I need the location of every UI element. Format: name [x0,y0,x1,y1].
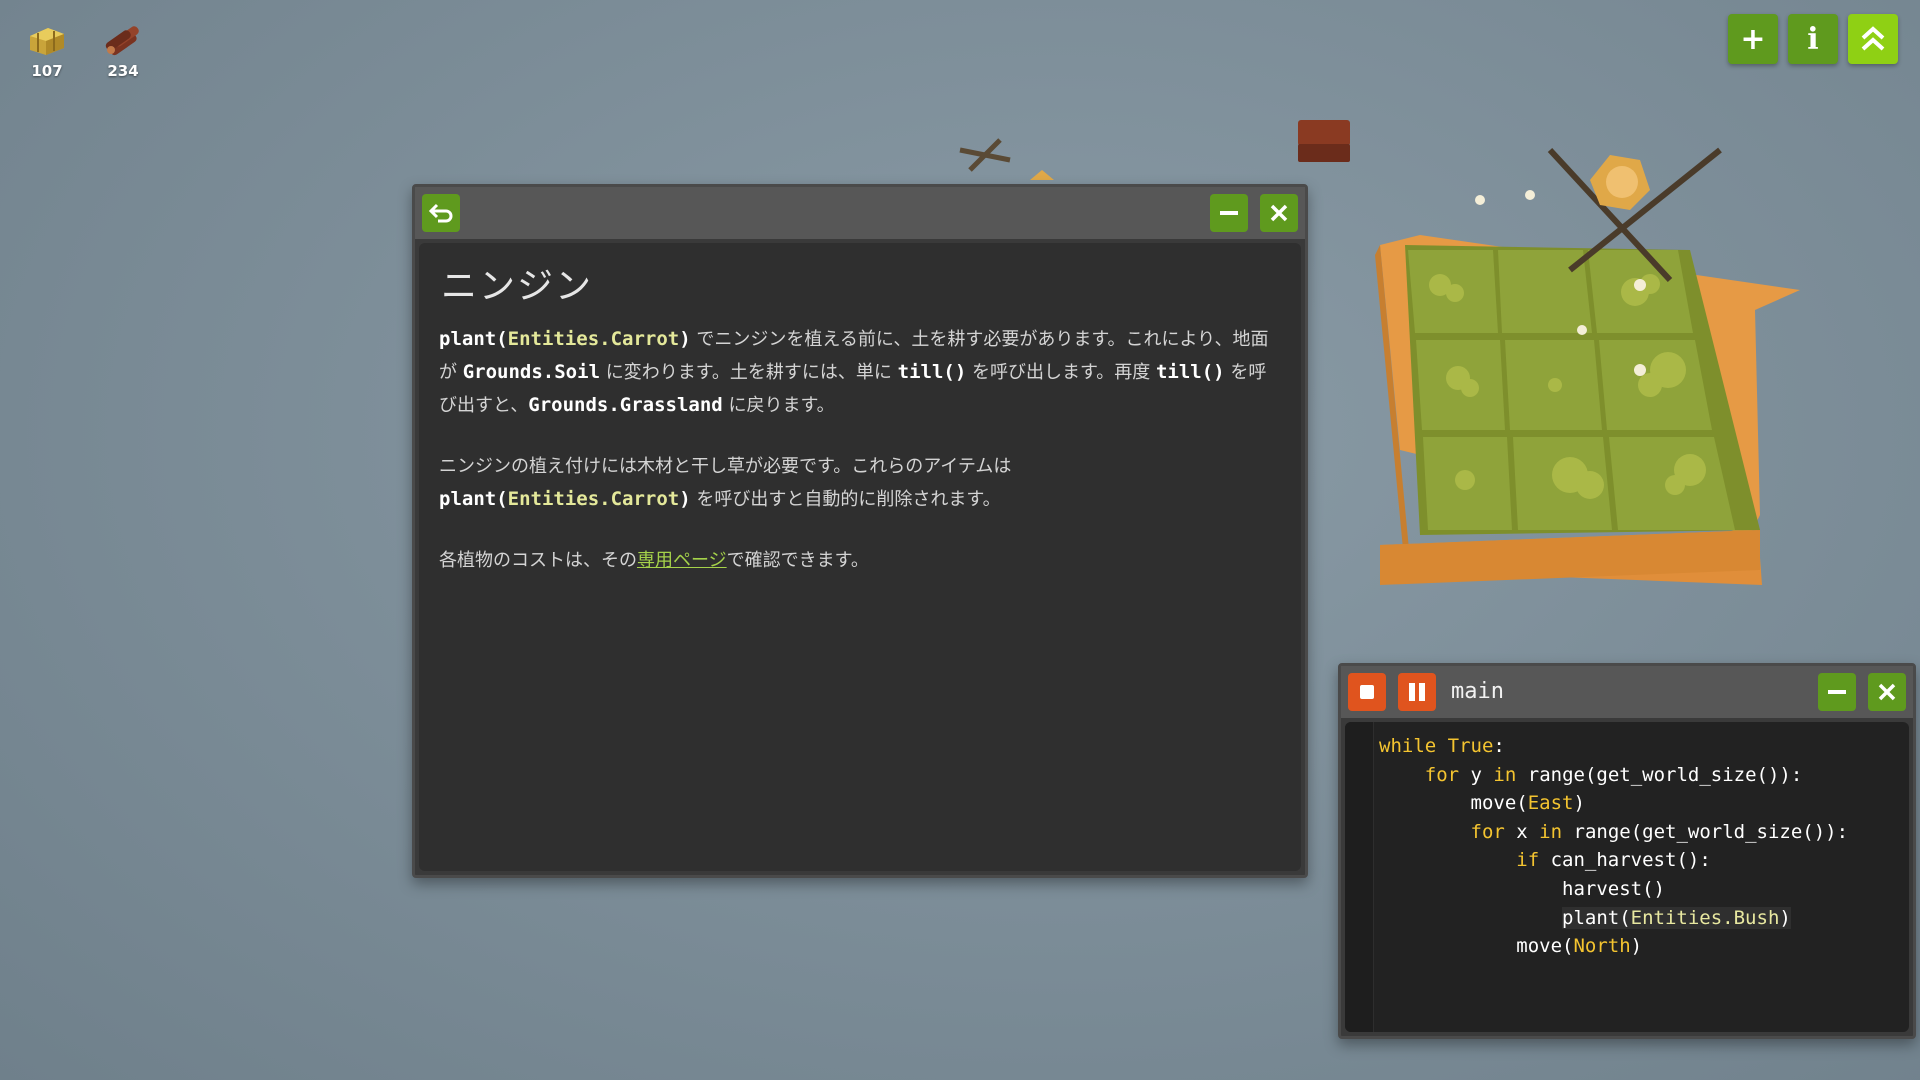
code-line[interactable]: if can_harvest(): [1379,846,1848,875]
code-token: move( [1379,792,1528,815]
resource-bar: 107 234 [24,22,146,80]
minus-icon [1828,690,1846,694]
docs-paragraph-1: plant(Entities.Carrot) でニンジンを植える前に、土を耕す必… [439,328,1269,416]
close-icon [1878,683,1896,701]
hay-count: 107 [31,62,63,80]
docs-content: ニンジン plant(Entities.Carrot) でニンジンを植える前に、… [419,243,1301,871]
docs-window: ニンジン plant(Entities.Carrot) でニンジンを植える前に、… [412,184,1308,878]
code-line[interactable]: harvest() [1379,875,1848,904]
stop-icon [1360,685,1374,699]
resource-hay: 107 [24,22,70,80]
code-snippet: till() [897,361,967,383]
code-token: in [1539,820,1563,843]
code-token: Entities.Bush [1630,906,1780,929]
code-snippet: plant(Entities.Carrot) [439,328,691,350]
dedicated-page-link[interactable]: 専用ページ [637,550,727,571]
code-snippet: plant(Entities.Carrot) [439,488,691,510]
info-icon: i [1807,21,1819,57]
pause-button[interactable] [1398,673,1436,711]
docs-paragraph-2: ニンジンの植え付けには木材と干し草が必要です。これらのアイテムは plant(En… [439,456,1012,510]
double-chevron-up-icon [1861,26,1885,51]
minimize-button[interactable] [1210,194,1248,232]
back-arrow-icon [428,203,453,223]
code-token: True [1447,735,1494,757]
code-line[interactable]: for x in range(get_world_size()): [1379,818,1849,847]
code-line[interactable]: move(North) [1379,932,1848,961]
back-button[interactable] [422,194,460,232]
add-button[interactable]: + [1728,14,1778,64]
top-toolbar: + i [1728,14,1898,64]
code-editor[interactable]: while True: for y in range(get_world_siz… [1345,722,1909,1032]
code-minimize-button[interactable] [1818,673,1856,711]
code-titlebar: main [1341,666,1913,718]
code-token: ) [1779,906,1791,929]
docs-titlebar [415,187,1305,239]
code-token: if [1516,849,1540,872]
stop-button[interactable] [1348,673,1386,711]
wood-logs-icon [105,26,139,56]
code-token: East [1527,792,1574,815]
code-token: for [1470,820,1505,843]
code-token: harvest() [1379,877,1665,900]
code-close-button[interactable] [1868,673,1906,711]
line-gutter [1345,722,1374,1032]
code-token: for [1424,763,1460,786]
close-icon [1270,204,1288,222]
drone-small [959,138,1054,180]
collapse-up-button[interactable] [1848,14,1898,64]
pause-icon [1409,683,1425,701]
code-window-title: main [1451,679,1504,704]
code-token: ) [1630,935,1643,958]
chest [1298,120,1350,162]
hay-bale-icon [30,28,64,55]
code-snippet: till() [1155,361,1225,383]
code-token: while [1379,735,1448,757]
code-window: main while True: for y in range(get_worl… [1338,663,1916,1039]
code-token: move( [1379,935,1574,958]
code-token: y [1459,763,1494,786]
minus-icon [1220,211,1238,215]
docs-paragraph-3: 各植物のコストは、その専用ページで確認できます。 [439,550,869,571]
code-token: plant( [1562,906,1631,929]
code-token: North [1573,935,1631,958]
code-token: in [1493,763,1517,786]
code-line[interactable]: plant(Entities.Bush) [1379,904,1848,933]
code-line[interactable]: for y in range(get_world_size()): [1379,761,1848,790]
farm-plot [1375,147,1800,585]
wood-count: 234 [107,62,139,80]
code-snippet: Grounds.Grassland [528,394,723,416]
info-button[interactable]: i [1788,14,1838,64]
code-token: range(get_world_size()): [1516,763,1803,786]
code-lines[interactable]: while True: for y in range(get_world_siz… [1379,732,1848,961]
close-button[interactable] [1260,194,1298,232]
resource-wood: 234 [100,22,146,80]
code-token: ) [1573,792,1585,815]
code-token: can_harvest(): [1539,849,1711,872]
code-snippet: Grounds.Soil [462,361,601,383]
code-line[interactable]: move(East) [1379,789,1848,818]
code-token: x [1504,820,1540,843]
code-line[interactable]: while True: [1379,732,1848,761]
code-token: range(get_world_size()): [1562,820,1849,843]
plus-icon: + [1740,21,1766,57]
docs-title: ニンジン [441,266,594,307]
code-token: : [1493,735,1505,757]
